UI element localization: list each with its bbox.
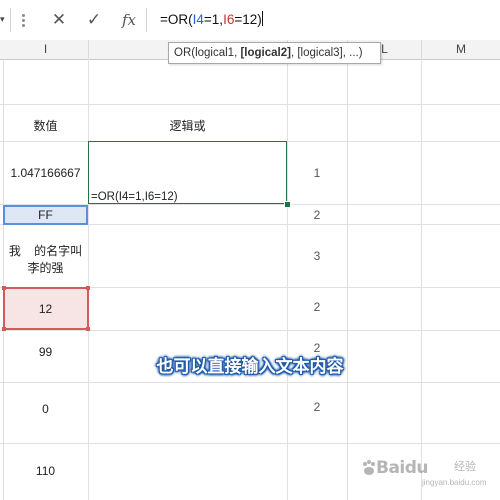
formula-part: =OR( (160, 12, 193, 27)
cell-k6[interactable]: 3 (287, 249, 347, 263)
grid-line (287, 59, 288, 500)
grid-line (0, 330, 500, 331)
tooltip-current-arg[interactable]: [logical2] (240, 47, 290, 59)
header-logic-cell[interactable]: 逻辑或 (88, 117, 287, 134)
cell-i5[interactable]: FF (3, 208, 88, 222)
cell-k4[interactable]: 1 (287, 166, 347, 180)
range-corner-handle[interactable] (86, 286, 90, 290)
cell-i9[interactable]: 0 (3, 402, 88, 416)
range-corner-handle[interactable] (86, 327, 90, 331)
tooltip-prefix: OR(logical1, (174, 47, 241, 59)
formula-part: =1, (203, 12, 224, 27)
insert-function-button[interactable]: fx (115, 8, 143, 32)
cell-i7[interactable]: 12 (3, 302, 88, 316)
function-argument-tooltip: OR(logical1, [logical2], [logical3], ...… (168, 42, 381, 64)
grid-line (0, 443, 500, 444)
formula-bar: ▾ ✕ ✓ fx =OR(I4=1,I6=12) (0, 0, 500, 41)
watermark-brand: Baidu (376, 458, 429, 478)
paw-logo-icon (363, 460, 375, 475)
formula-ref-i4: I4 (192, 12, 204, 27)
confirm-icon[interactable]: ✓ (80, 8, 108, 32)
drag-handle-icon[interactable] (22, 14, 26, 28)
baidu-jingyan-watermark: Baidu 经验 jingyan.baidu.com (362, 452, 497, 492)
formula-input[interactable]: =OR(I4=1,I6=12) (160, 11, 263, 27)
cell-i4[interactable]: 1.047166667 (3, 166, 88, 180)
dropdown-arrow-icon: ▾ (0, 14, 5, 24)
formula-bar-divider (146, 8, 147, 32)
cell-k5[interactable]: 2 (287, 208, 347, 222)
formula-part: =12) (234, 12, 262, 27)
range-corner-handle[interactable] (2, 286, 6, 290)
cell-i10[interactable]: 110 (3, 464, 88, 478)
cancel-icon[interactable]: ✕ (45, 8, 73, 32)
formula-ref-i6: I6 (223, 12, 235, 27)
grid-line (0, 104, 500, 105)
fill-handle[interactable] (284, 201, 291, 208)
cell-j4-formula-text[interactable]: =OR(I4=1,I6=12) (91, 191, 178, 203)
cell-i6-line2[interactable]: 李的强 (3, 259, 88, 276)
tooltip-suffix: , [logical3], ...) (290, 47, 363, 59)
grid-line (0, 382, 500, 383)
text-cursor (261, 11, 263, 26)
grid-line (347, 59, 348, 500)
column-header-i[interactable]: I (3, 40, 89, 59)
cell-k7[interactable]: 2 (287, 300, 347, 314)
header-value-cell[interactable]: 数值 (3, 117, 88, 134)
watermark-url: jingyan.baidu.com (422, 478, 487, 487)
column-header-m[interactable]: M (422, 40, 500, 59)
watermark-sub: 经验 (454, 461, 476, 473)
name-box-dropdown[interactable]: ▾ (0, 8, 11, 32)
grid-line (421, 59, 422, 500)
cell-i6-line1[interactable]: 我 的名字叫 (3, 242, 88, 259)
video-subtitle: 也可以直接输入文本内容 (156, 357, 344, 377)
cell-k9[interactable]: 2 (287, 400, 347, 414)
range-corner-handle[interactable] (2, 327, 6, 331)
